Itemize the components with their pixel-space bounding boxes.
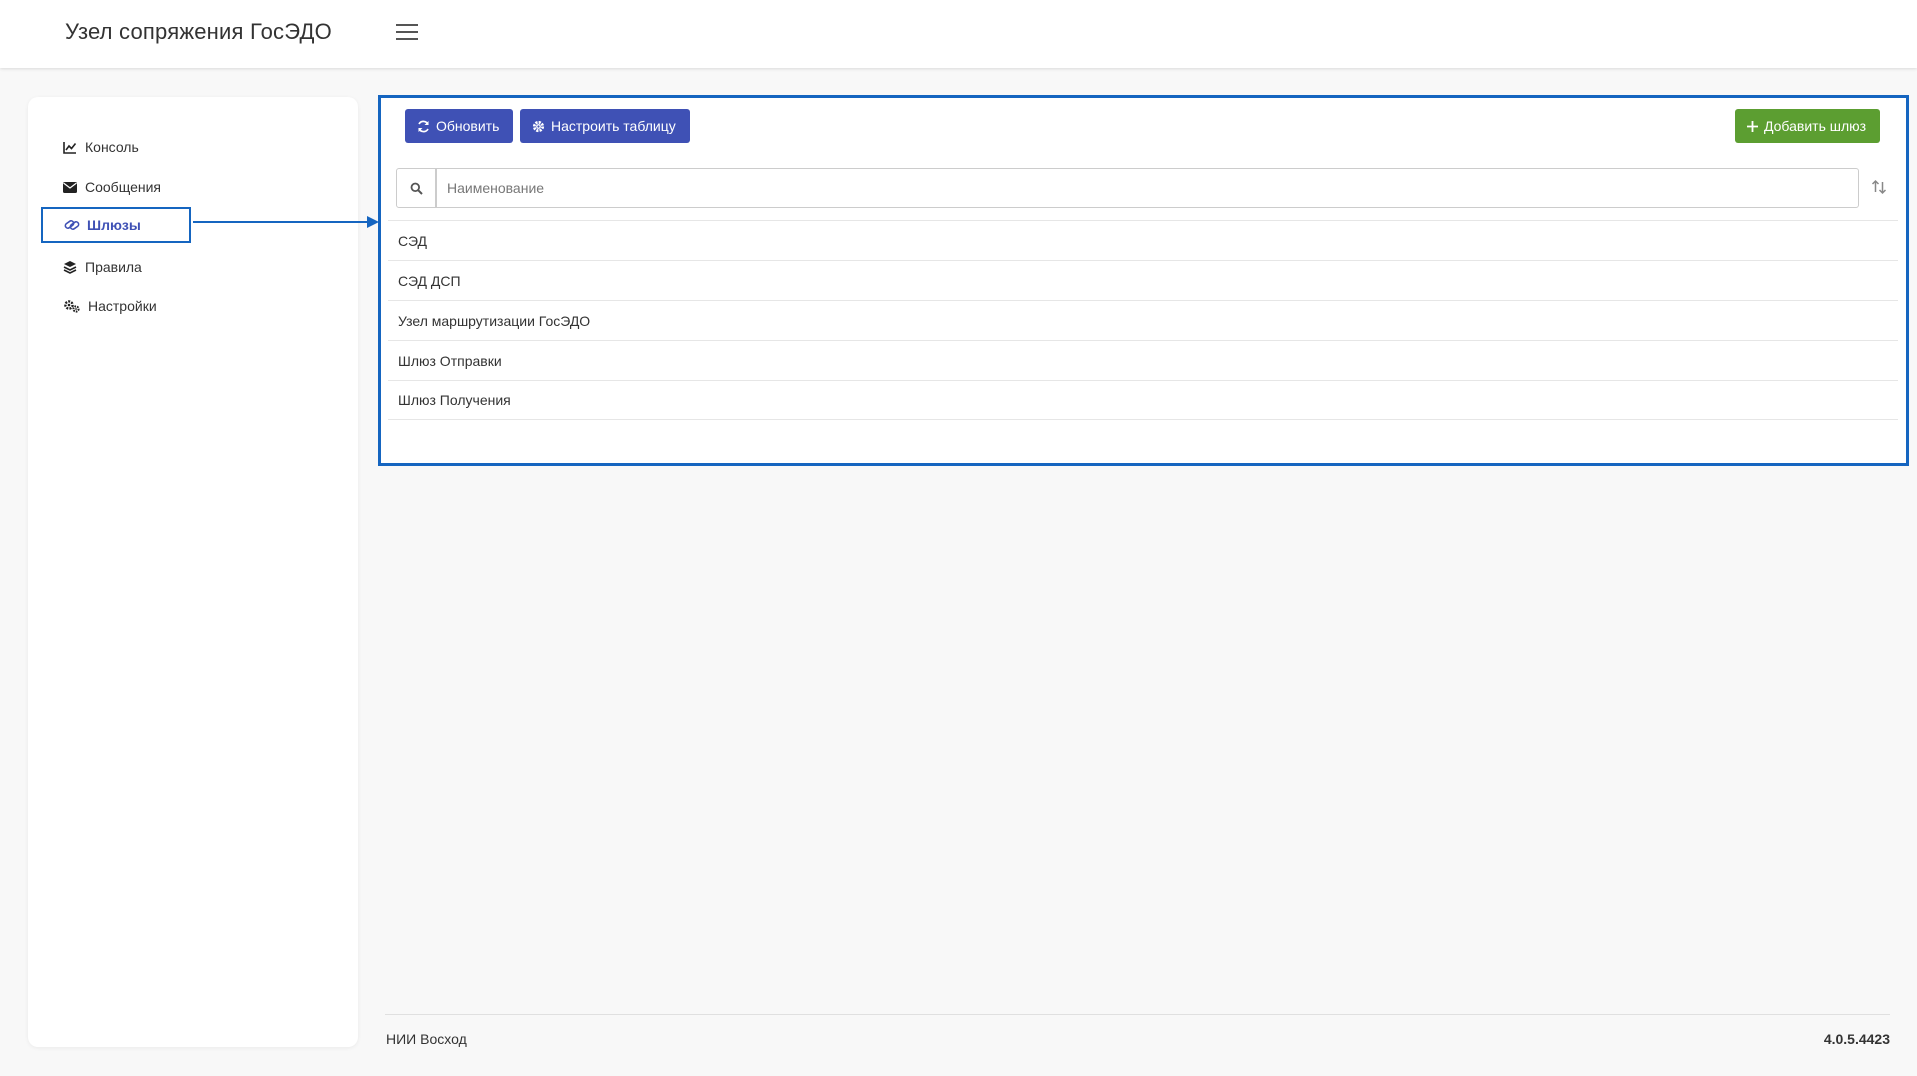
envelope-icon (62, 179, 78, 195)
gateway-list: СЭД СЭД ДСП Узел маршрутизации ГосЭДО Шл… (388, 220, 1898, 420)
sidebar-item-label: Сообщения (85, 179, 161, 195)
app-title: Узел сопряжения ГосЭДО (65, 19, 332, 44)
sidebar-item-rules[interactable]: Правила (62, 250, 142, 284)
annotation-arrow-line (193, 221, 369, 223)
add-gateway-button[interactable]: Добавить шлюз (1735, 109, 1880, 143)
sidebar-item-console[interactable]: Консоль (62, 130, 139, 164)
refresh-icon (417, 120, 430, 133)
gateway-name: СЭД ДСП (398, 272, 461, 289)
sidebar-item-label: Консоль (85, 139, 139, 155)
hamburger-menu-icon[interactable] (396, 24, 419, 42)
sidebar: Консоль Сообщения Шлюзы Правила Настройк… (28, 97, 358, 1047)
gateway-name: Шлюз Получения (398, 392, 511, 408)
list-item[interactable]: Шлюз Получения (388, 380, 1898, 420)
list-item[interactable]: Узел маршрутизации ГосЭДО (388, 300, 1898, 340)
link-icon (64, 217, 80, 233)
gateway-name: Узел маршрутизации ГосЭДО (398, 312, 591, 329)
sidebar-item-label: Правила (85, 259, 142, 275)
search-icon[interactable] (396, 168, 436, 208)
list-item[interactable]: Шлюз Отправки (388, 340, 1898, 380)
sidebar-item-messages[interactable]: Сообщения (62, 170, 161, 204)
add-gateway-label: Добавить шлюз (1764, 118, 1867, 134)
refresh-label: Обновить (436, 118, 500, 134)
layers-icon (62, 259, 78, 275)
gateway-name: Шлюз Отправки (398, 352, 502, 369)
configure-table-label: Настроить таблицу (551, 118, 676, 134)
list-item[interactable]: СЭД ДСП (388, 260, 1898, 300)
gateway-name: СЭД (398, 232, 428, 249)
footer-version: 4.0.5.4423 (1823, 1031, 1890, 1047)
chart-line-icon (62, 139, 78, 155)
sidebar-item-label: Настройки (88, 298, 157, 314)
footer-org: НИИ Восход (386, 1031, 467, 1047)
gear-icon (532, 120, 545, 133)
sidebar-item-label: Шлюзы (87, 217, 141, 233)
sidebar-item-settings[interactable]: Настройки (62, 289, 157, 323)
configure-table-button[interactable]: Настроить таблицу (520, 109, 690, 143)
search-input[interactable] (436, 168, 1859, 208)
gateways-panel: Обновить Настроить таблицу Добавить шлюз… (378, 95, 1909, 466)
top-header: Узел сопряжения ГосЭДО (0, 0, 1917, 68)
footer-divider (385, 1014, 1890, 1015)
search-row (396, 168, 1903, 208)
plus-icon (1747, 120, 1758, 132)
sort-icon[interactable] (1870, 178, 1890, 198)
gears-icon (62, 298, 81, 314)
sidebar-item-gateways[interactable]: Шлюзы (41, 207, 191, 243)
list-item[interactable]: СЭД (388, 220, 1898, 260)
refresh-button[interactable]: Обновить (405, 109, 513, 143)
